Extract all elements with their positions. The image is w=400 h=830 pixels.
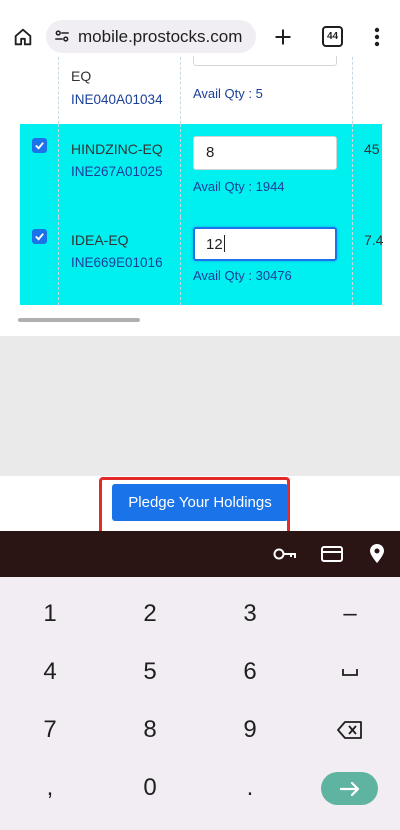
holdings-table: EQ INE040A01034 5 Avail Qty : 5 HINDZINC… — [0, 56, 400, 336]
isin-label: INE040A01034 — [71, 92, 163, 107]
symbol-label: EQ — [71, 68, 92, 84]
space-key[interactable] — [320, 647, 380, 697]
tab-switcher-icon[interactable]: 44 — [322, 26, 343, 47]
key-0[interactable]: 0 — [120, 763, 180, 813]
pledge-qty-input[interactable]: 5 — [193, 56, 337, 66]
key-3[interactable]: 3 — [220, 589, 280, 639]
key-6[interactable]: 6 — [220, 647, 280, 697]
price-value: 7.4 — [364, 232, 384, 248]
pledge-holdings-button[interactable]: Pledge Your Holdings — [112, 484, 288, 521]
new-tab-icon[interactable] — [270, 24, 296, 50]
key-period[interactable]: . — [220, 763, 280, 813]
price-value: 45 — [364, 141, 380, 157]
pledge-qty-input[interactable]: 8 — [193, 136, 337, 170]
key-9[interactable]: 9 — [220, 705, 280, 755]
arrow-right-icon — [339, 781, 359, 796]
symbol-label: IDEA-EQ — [71, 232, 129, 248]
horizontal-scrollbar[interactable] — [18, 318, 140, 322]
card-icon[interactable] — [319, 543, 345, 565]
key-comma[interactable]: , — [20, 763, 80, 813]
key-7[interactable]: 7 — [20, 705, 80, 755]
text-caret — [223, 235, 225, 252]
keyboard-toolbar — [0, 531, 400, 577]
key-2[interactable]: 2 — [120, 589, 180, 639]
key-4[interactable]: 4 — [20, 647, 80, 697]
isin-label: INE669E01016 — [71, 255, 163, 270]
row-checkbox[interactable] — [32, 138, 47, 153]
home-icon[interactable] — [10, 24, 36, 50]
table-row: EQ INE040A01034 5 Avail Qty : 5 — [20, 56, 382, 124]
available-qty-label: Avail Qty : 30476 — [193, 268, 292, 283]
available-qty-label: Avail Qty : 5 — [193, 86, 263, 101]
isin-label: INE267A01025 — [71, 164, 163, 179]
site-settings-icon[interactable] — [52, 26, 72, 46]
key-icon[interactable] — [272, 543, 298, 565]
key-minus[interactable]: – — [320, 589, 380, 639]
enter-key[interactable] — [321, 772, 378, 805]
key-5[interactable]: 5 — [120, 647, 180, 697]
url-text: mobile.prostocks.com — [78, 27, 243, 46]
row-checkbox[interactable] — [32, 229, 47, 244]
table-row: IDEA-EQ INE669E01016 12 Avail Qty : 3047… — [20, 217, 384, 305]
backspace-icon — [337, 721, 362, 739]
key-8[interactable]: 8 — [120, 705, 180, 755]
overflow-menu-icon[interactable] — [366, 24, 388, 50]
symbol-label: HINDZINC-EQ — [71, 141, 163, 157]
space-icon — [342, 669, 358, 676]
key-1[interactable]: 1 — [20, 589, 80, 639]
table-row: HINDZINC-EQ INE267A01025 8 Avail Qty : 1… — [20, 124, 382, 217]
available-qty-label: Avail Qty : 1944 — [193, 179, 285, 194]
address-bar[interactable]: mobile.prostocks.com — [46, 20, 256, 53]
pledge-qty-input[interactable]: 12 — [193, 227, 337, 261]
backspace-key[interactable] — [320, 705, 380, 755]
page-content: EQ INE040A01034 5 Avail Qty : 5 HINDZINC… — [0, 56, 400, 528]
location-icon[interactable] — [366, 542, 388, 566]
